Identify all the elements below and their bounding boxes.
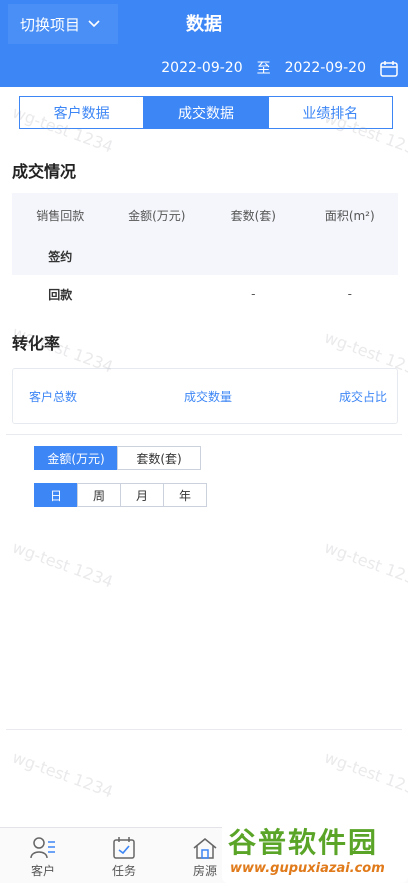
page-title: 数据	[186, 14, 222, 35]
deal-count-link[interactable]: 成交数量	[184, 388, 232, 405]
deal-table: 销售回款 金额(万元) 套数(套) 面积(m²) 签约 回款 - -	[12, 193, 398, 313]
column-header: 销售回款	[36, 208, 85, 223]
site-watermark-logo: 谷普软件园 www.gupuxiazai.com	[222, 819, 408, 883]
conversion-section-title: 转化率	[12, 334, 61, 353]
period-option-day[interactable]: 日	[34, 483, 78, 507]
tab-performance-ranking[interactable]: 业绩排名	[269, 97, 392, 128]
date-separator: 至	[256, 61, 271, 77]
calendar-check-icon	[99, 834, 149, 862]
main-content: 客户数据 成交数据 业绩排名 成交情况 销售回款 金额(万元) 套数(套) 面积…	[0, 87, 408, 827]
deal-section-title: 成交情况	[12, 162, 77, 181]
nav-item-customer[interactable]: 客户	[18, 834, 68, 879]
period-option-month[interactable]: 月	[120, 483, 164, 507]
chart-bottom-divider	[6, 729, 402, 730]
metric-toggle: 金额(万元) 套数(套)	[34, 446, 201, 470]
column-header: 金额(万元)	[128, 208, 186, 223]
period-option-year[interactable]: 年	[163, 483, 207, 507]
nav-item-task[interactable]: 任务	[99, 834, 149, 879]
date-start[interactable]: 2022-09-20	[161, 60, 242, 76]
area-value: -	[347, 287, 352, 301]
nav-label: 客户	[30, 864, 55, 878]
user-list-icon	[18, 834, 68, 862]
row-label: 回款	[48, 287, 73, 302]
period-option-week[interactable]: 周	[77, 483, 121, 507]
total-customers-link[interactable]: 客户总数	[29, 388, 77, 405]
deal-ratio-link[interactable]: 成交占比	[339, 388, 387, 405]
tab-deal-data[interactable]: 成交数据	[144, 97, 269, 128]
table-row: 回款 - -	[12, 275, 398, 313]
date-range[interactable]: 2022-09-20 至 2022-09-20	[161, 58, 398, 78]
conversion-card: 客户总数 成交数量 成交占比	[12, 368, 398, 424]
row-label: 签约	[48, 249, 73, 264]
metric-option-amount[interactable]: 金额(万元)	[34, 446, 118, 470]
calendar-icon[interactable]	[380, 60, 398, 77]
table-row: 签约	[12, 237, 398, 275]
metric-option-units[interactable]: 套数(套)	[117, 446, 201, 470]
period-toggle: 日 周 月 年	[34, 483, 207, 507]
column-header: 套数(套)	[230, 208, 276, 223]
units-value: -	[251, 287, 256, 301]
data-tabs: 客户数据 成交数据 业绩排名	[19, 96, 393, 129]
site-logo-url: www.gupuxiazai.com	[230, 861, 385, 876]
nav-label: 任务	[111, 864, 136, 878]
table-header-row: 销售回款 金额(万元) 套数(套) 面积(m²)	[12, 193, 398, 237]
column-header: 面积(m²)	[324, 208, 375, 223]
site-logo-title: 谷普软件园	[228, 826, 379, 859]
date-end[interactable]: 2022-09-20	[285, 60, 366, 76]
app-header: 切换项目 数据 2022-09-20 至 2022-09-20	[0, 0, 408, 87]
tab-customer-data[interactable]: 客户数据	[20, 97, 145, 128]
divider	[6, 434, 402, 435]
